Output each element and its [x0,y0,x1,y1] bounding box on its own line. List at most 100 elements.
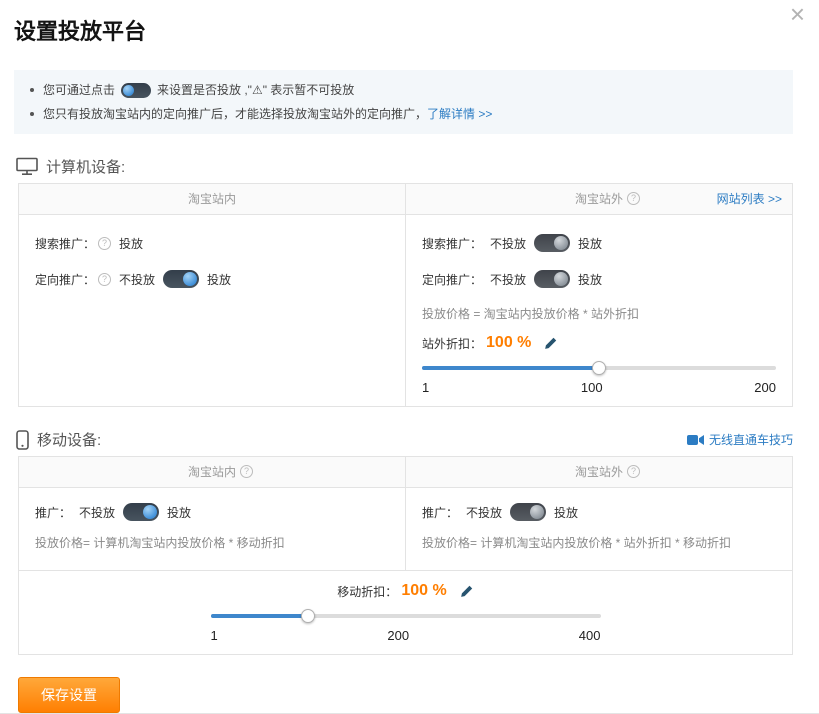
scale-max: 200 [754,380,776,396]
slider-scale: 1 200 400 [211,628,601,644]
section-label: 计算机设备: [46,156,125,177]
discount-value: 100 % [486,334,531,352]
off-label: 不投放 [79,504,115,521]
mobile-offsite-cell: 推广： 不投放 投放 投放价格= 计算机淘宝站内投放价格 * 站外折扣 * 移动… [405,488,792,570]
toggle-knob [143,505,157,519]
on-label: 投放 [578,271,602,288]
notice-line-2: 您只有投放淘宝站内的定向推广后，才能选择投放淘宝站外的定向推广， 了解详情 >> [30,102,777,126]
offsite-discount-slider[interactable] [422,361,776,375]
price-formula: 投放价格= 计算机淘宝站内投放价格 * 移动折扣 [35,534,389,552]
mobile-onsite-promo-toggle[interactable] [123,503,159,521]
pc-offsite-target-row: 定向推广： 不投放 投放 [422,269,776,289]
mobile-table-body: 推广： 不投放 投放 投放价格= 计算机淘宝站内投放价格 * 移动折扣 推广： … [19,488,792,570]
edit-mobile-discount-icon[interactable] [459,584,474,599]
notice-text: 您可通过点击 [43,78,115,102]
off-label: 不投放 [490,271,526,288]
col-header-taobao-onsite: 淘宝站内 [19,184,405,214]
computer-table: 淘宝站内 淘宝站外? 网站列表 >> 搜索推广： ? 投放 定向推广： ? 不投… [18,183,793,407]
page-title: 设置投放平台 [14,14,819,46]
pc-onsite-search-row: 搜索推广： ? 投放 [35,233,389,253]
col-header-label: 淘宝站外 [575,465,623,479]
price-formula: 投放价格= 计算机淘宝站内投放价格 * 站外折扣 * 移动折扣 [422,534,776,552]
mobile-offsite-promo-row: 推广： 不投放 投放 [422,502,776,522]
notice-text: 来设置是否投放 ,"⚠" 表示暂不可投放 [157,78,354,102]
col-header-label: 淘宝站内 [188,192,236,206]
on-label: 投放 [167,504,191,521]
offsite-discount-row: 站外折扣： 100 % [422,331,776,355]
pc-offsite-search-toggle[interactable] [534,234,570,252]
mobile-table-footer: 移动折扣： 100 % 1 200 400 [19,570,792,654]
mobile-discount-slider[interactable] [211,609,601,623]
on-label: 投放 [554,504,578,521]
off-label: 不投放 [466,504,502,521]
scale-min: 1 [211,628,218,644]
discount-value: 100 % [401,582,446,600]
slider-handle[interactable] [592,361,606,375]
slider-scale: 1 100 200 [422,380,776,396]
scale-min: 1 [422,380,429,396]
video-icon [687,434,704,446]
field-label: 推广： [422,504,458,521]
close-icon[interactable]: × [790,0,805,29]
toggle-knob [183,272,197,286]
notice-text: 您只有投放淘宝站内的定向推广后，才能选择投放淘宝站外的定向推广， [43,102,427,126]
notice-box: 您可通过点击 来设置是否投放 ,"⚠" 表示暂不可投放 您只有投放淘宝站内的定向… [14,70,793,134]
mobile-section-header: 移动设备: 无线直通车技巧 [16,429,793,450]
computer-table-header: 淘宝站内 淘宝站外? 网站列表 >> [19,184,792,215]
computer-icon [16,157,38,176]
site-list-link[interactable]: 网站列表 >> [717,184,782,214]
mobile-table-header: 淘宝站内? 淘宝站外? [19,457,792,488]
help-icon[interactable]: ? [627,192,640,205]
col-header-label: 淘宝站外 [575,192,623,206]
toggle-knob [530,505,544,519]
discount-label: 移动折扣： [337,583,397,600]
scale-max: 400 [579,628,601,644]
pc-offsite-target-toggle[interactable] [534,270,570,288]
bullet-icon [30,88,34,92]
learn-more-link[interactable]: 了解详情 >> [427,102,492,126]
bullet-icon [30,112,34,116]
price-formula: 投放价格 = 淘宝站内投放价格 * 站外折扣 [422,305,776,323]
toggle-knob [554,236,568,250]
computer-table-body: 搜索推广： ? 投放 定向推广： ? 不投放 投放 搜索推广： 不投放 投放 [19,215,792,406]
slider-handle[interactable] [301,609,315,623]
field-label: 搜索推广： [422,235,482,252]
field-label: 定向推广： [422,271,482,288]
pc-onsite-target-toggle[interactable] [163,270,199,288]
col-header-label: 淘宝站内 [188,465,236,479]
save-settings-button[interactable]: 保存设置 [18,677,120,713]
field-label: 定向推广： [35,271,95,288]
state-label: 投放 [119,235,143,252]
off-label: 不投放 [490,235,526,252]
tips-link-label: 无线直通车技巧 [709,431,793,448]
col-header-taobao-offsite: 淘宝站外? [405,457,792,487]
set-delivery-platform-dialog: × 设置投放平台 您可通过点击 来设置是否投放 ,"⚠" 表示暂不可投放 您只有… [0,0,819,714]
col-header-taobao-onsite: 淘宝站内? [19,457,405,487]
wireless-tips-link[interactable]: 无线直通车技巧 [687,431,793,448]
help-icon[interactable]: ? [627,465,640,478]
toggle-demo-icon [121,83,151,98]
help-icon[interactable]: ? [240,465,253,478]
toggle-knob [554,272,568,286]
toggle-knob [123,85,134,96]
notice-line-1: 您可通过点击 来设置是否投放 ,"⚠" 表示暂不可投放 [30,78,777,102]
discount-label: 站外折扣： [422,335,482,352]
help-icon[interactable]: ? [98,273,111,286]
edit-offsite-discount-icon[interactable] [543,336,558,351]
col-header-taobao-offsite: 淘宝站外? 网站列表 >> [405,184,792,214]
scale-mid: 100 [581,380,603,396]
field-label: 推广： [35,504,71,521]
mobile-onsite-promo-row: 推广： 不投放 投放 [35,502,389,522]
section-label: 移动设备: [37,429,101,450]
slider-fill [211,614,309,618]
mobile-phone-icon [16,430,29,450]
pc-onsite-cell: 搜索推广： ? 投放 定向推广： ? 不投放 投放 [19,215,405,406]
field-label: 搜索推广： [35,235,95,252]
mobile-offsite-promo-toggle[interactable] [510,503,546,521]
off-label: 不投放 [119,271,155,288]
computer-section-header: 计算机设备: [16,156,793,177]
slider-fill [422,366,599,370]
help-icon[interactable]: ? [98,237,111,250]
pc-offsite-search-row: 搜索推广： 不投放 投放 [422,233,776,253]
pc-onsite-target-row: 定向推广： ? 不投放 投放 [35,269,389,289]
